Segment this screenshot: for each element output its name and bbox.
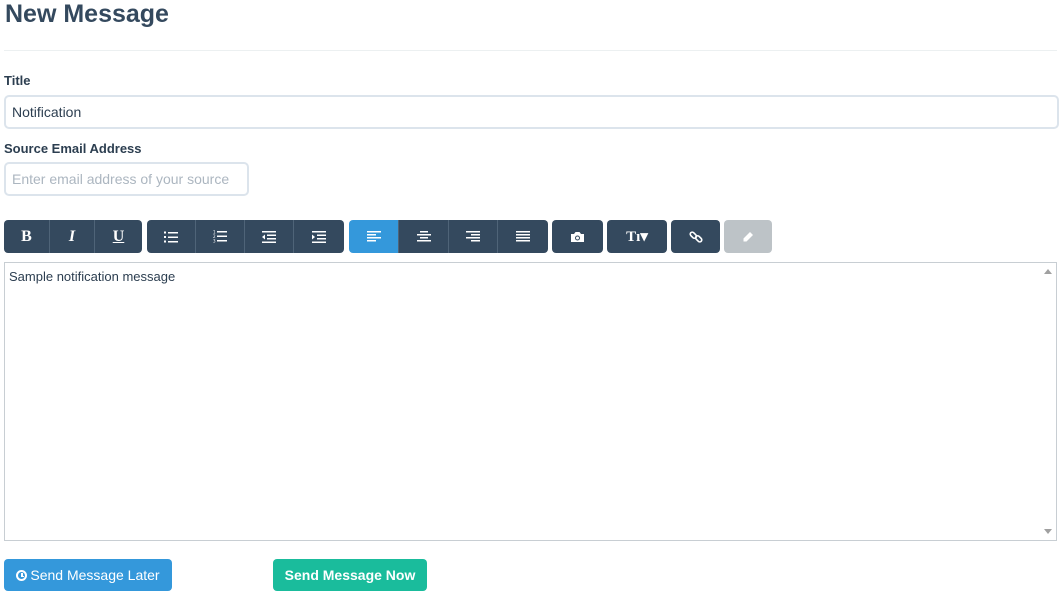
scroll-up-icon[interactable] <box>1044 269 1052 274</box>
send-later-label: Send Message Later <box>30 567 160 583</box>
font-group: Tı▾ <box>607 220 667 253</box>
align-left-button[interactable] <box>349 220 399 253</box>
align-justify-button[interactable] <box>498 220 548 253</box>
eraser-button[interactable] <box>724 220 772 253</box>
bold-icon: B <box>21 227 32 245</box>
send-now-label: Send Message Now <box>284 567 416 583</box>
eraser-icon <box>743 231 753 241</box>
title-input[interactable] <box>4 95 1059 129</box>
bold-button[interactable]: B <box>4 220 50 253</box>
editor-scrollbar[interactable] <box>1039 263 1056 540</box>
align-justify-icon <box>516 231 530 242</box>
send-now-button[interactable]: Send Message Now <box>273 559 427 591</box>
clock-icon <box>16 569 28 581</box>
source-email-label: Source Email Address <box>4 141 142 156</box>
font-size-button[interactable]: Tı▾ <box>607 220 667 253</box>
svg-text:3: 3 <box>213 239 216 244</box>
title-label: Title <box>4 73 31 88</box>
underline-icon: U <box>112 227 125 245</box>
camera-icon <box>571 231 584 242</box>
alignment-group <box>349 220 548 253</box>
indent-icon <box>312 230 326 243</box>
align-left-icon <box>366 231 381 242</box>
align-right-icon <box>466 231 480 242</box>
italic-button[interactable]: I <box>50 220 95 253</box>
underline-button[interactable]: U <box>95 220 142 253</box>
outdent-icon <box>262 230 276 243</box>
send-later-button[interactable]: Send Message Later <box>4 559 172 591</box>
text-style-group: B I U <box>4 220 142 253</box>
new-message-page: New Message Title Source Email Address B… <box>0 0 1063 591</box>
list-indent-group: 1 2 3 <box>147 220 344 253</box>
header-divider <box>4 50 1057 51</box>
align-center-button[interactable] <box>399 220 449 253</box>
message-editor[interactable]: Sample notification message <box>4 262 1057 541</box>
link-group <box>671 220 720 253</box>
numbered-list-icon: 1 2 3 <box>213 230 227 243</box>
italic-icon: I <box>68 227 76 245</box>
bullet-list-button[interactable] <box>147 220 196 253</box>
align-center-icon <box>416 231 431 242</box>
align-right-button[interactable] <box>449 220 498 253</box>
source-email-input[interactable] <box>4 162 249 196</box>
link-icon <box>688 230 703 243</box>
editor-content: Sample notification message <box>9 269 176 284</box>
bullet-list-icon <box>164 231 178 242</box>
numbered-list-button[interactable]: 1 2 3 <box>196 220 245 253</box>
page-title: New Message <box>5 0 169 28</box>
indent-button[interactable] <box>294 220 344 253</box>
insert-picture-button[interactable] <box>552 220 603 253</box>
font-size-icon: Tı▾ <box>626 229 648 245</box>
insert-link-button[interactable] <box>671 220 720 253</box>
outdent-button[interactable] <box>245 220 294 253</box>
remove-format-group <box>724 220 772 253</box>
media-group <box>552 220 603 253</box>
scroll-down-icon[interactable] <box>1044 529 1052 534</box>
